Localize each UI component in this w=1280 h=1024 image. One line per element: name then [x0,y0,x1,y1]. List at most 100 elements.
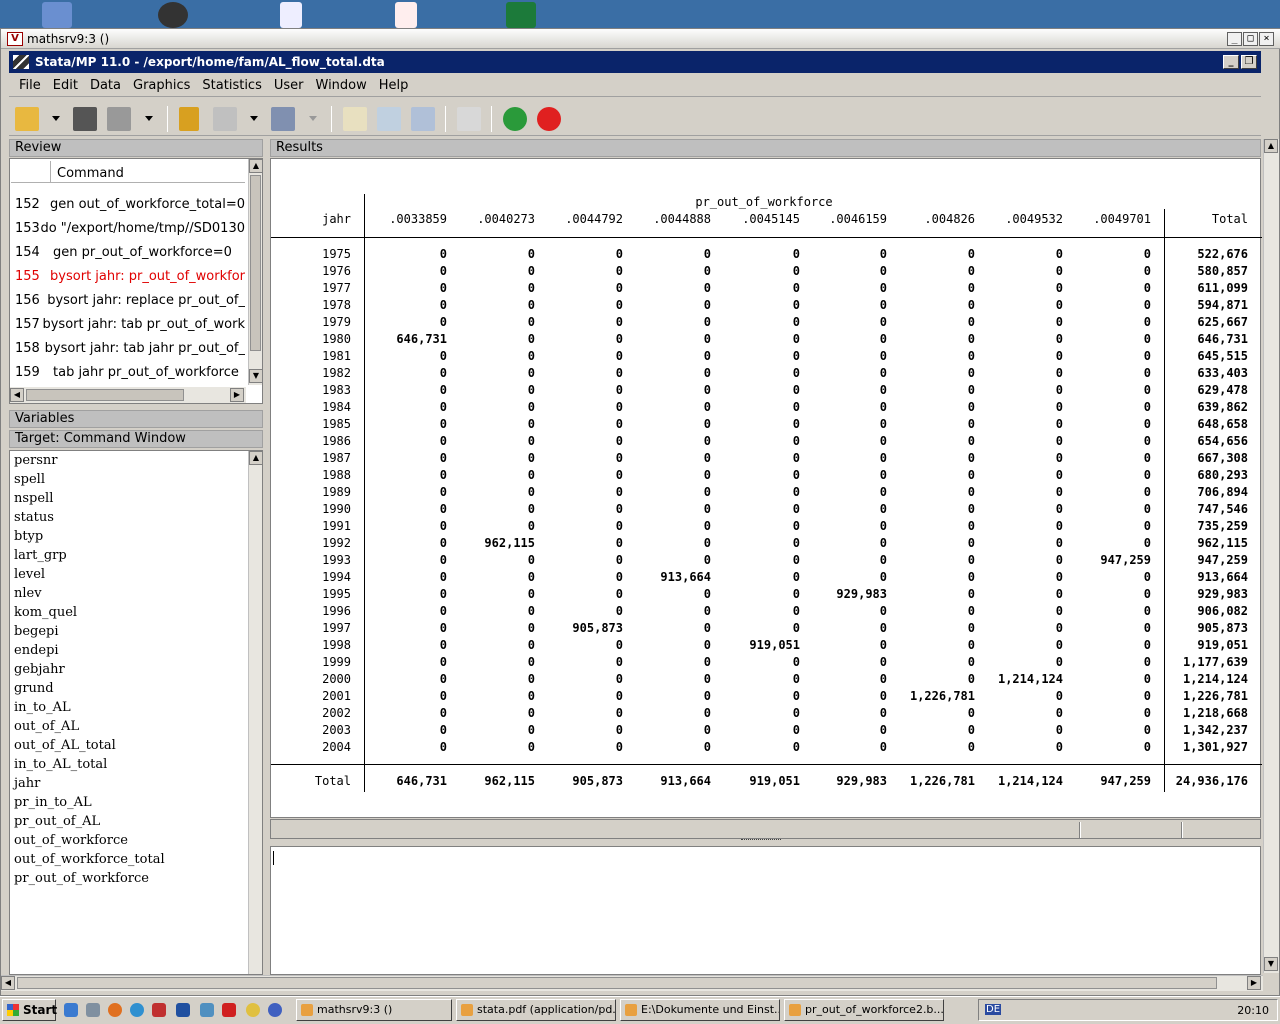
task-pdf[interactable]: stata.pdf (application/pd... [456,999,616,1021]
variable-item[interactable]: status [14,510,54,525]
viewer-icon[interactable] [213,107,237,131]
menu-edit[interactable]: Edit [53,78,78,93]
review-scroll-thumb[interactable] [250,175,261,351]
break-icon[interactable] [537,107,561,131]
variable-item[interactable]: lart_grp [14,548,67,563]
quicklaunch-tool-icon[interactable] [152,1003,166,1017]
variable-item[interactable]: jahr [14,776,40,791]
task-vnc[interactable]: mathsrv9:3 () [296,999,452,1021]
variable-item[interactable]: out_of_AL [14,719,79,734]
log-icon[interactable] [179,107,199,131]
data-browser-icon[interactable] [411,107,435,131]
variable-item[interactable]: out_of_workforce [14,833,128,848]
scroll-left-icon[interactable]: ◀ [1,976,15,990]
review-vscrollbar[interactable]: ▲ ▼ [248,159,263,385]
review-command-column[interactable]: Command [51,161,124,182]
variable-item[interactable]: grund [14,681,54,696]
main-vscrollbar[interactable]: ▲ ▼ [1263,139,1279,973]
variable-item[interactable]: out_of_AL_total [14,738,116,753]
graph-dropdown-icon[interactable] [309,116,317,121]
variable-item[interactable]: btyp [14,529,43,544]
variable-item[interactable]: persnr [14,453,58,468]
menu-data[interactable]: Data [90,78,121,93]
quicklaunch-app3-icon[interactable] [222,1003,236,1017]
graph-icon[interactable] [271,107,295,131]
menu-user[interactable]: User [274,78,304,93]
variable-item[interactable]: nspell [14,491,53,506]
print-dropdown-icon[interactable] [145,116,153,121]
data-editor-icon[interactable] [377,107,401,131]
splitter-handle[interactable] [741,839,781,843]
save-icon[interactable] [73,107,97,131]
review-row[interactable]: 153 do "/export/home/tmp//SD0130 [11,216,245,240]
menu-window[interactable]: Window [316,78,367,93]
more-icon[interactable] [503,107,527,131]
variable-item[interactable]: pr_out_of_workforce [14,871,149,886]
variables-manager-icon[interactable] [457,107,481,131]
desktop-icon-excel[interactable] [506,2,536,28]
menu-file[interactable]: File [19,78,41,93]
quicklaunch-app2-icon[interactable] [200,1003,214,1017]
language-indicator[interactable]: DE [985,1004,1002,1015]
quicklaunch-app4-icon[interactable] [246,1003,260,1017]
quicklaunch-media-icon[interactable] [268,1003,282,1017]
review-row[interactable]: 159 tab jahr pr_out_of_workforce [11,360,245,384]
variable-item[interactable]: gebjahr [14,662,65,677]
task-explorer[interactable]: E:\Dokumente und Einst... [620,999,780,1021]
variable-item[interactable]: pr_out_of_AL [14,814,100,829]
scroll-right-icon[interactable]: ▶ [230,388,244,402]
desktop-icon-app[interactable] [158,2,188,28]
vnc-maximize-button[interactable]: □ [1243,32,1258,46]
do-file-editor-icon[interactable] [343,107,367,131]
variable-item[interactable]: kom_quel [14,605,77,620]
scroll-right-icon[interactable]: ▶ [1247,976,1261,990]
scroll-up-icon[interactable]: ▲ [249,159,263,173]
scroll-down-icon[interactable]: ▼ [249,369,263,383]
quicklaunch-r-icon[interactable] [176,1003,190,1017]
vnc-minimize-button[interactable]: _ [1227,32,1242,46]
review-row[interactable]: 154 gen pr_out_of_workforce=0 [11,240,245,264]
variable-item[interactable]: level [14,567,45,582]
review-row[interactable]: 156 bysort jahr: replace pr_out_of_ [11,288,245,312]
start-button[interactable]: Start [2,999,57,1021]
variable-item[interactable]: nlev [14,586,42,601]
menu-statistics[interactable]: Statistics [202,78,261,93]
main-hscroll-thumb[interactable] [17,977,1217,989]
review-row[interactable]: 152 gen out_of_workforce_total=0 [11,192,245,216]
scroll-left-icon[interactable]: ◀ [10,388,24,402]
quicklaunch-browser-icon[interactable] [130,1003,144,1017]
quicklaunch-ie-icon[interactable] [64,1003,78,1017]
vnc-close-button[interactable]: × [1259,32,1274,46]
review-row[interactable]: 157 bysort jahr: tab pr_out_of_work [11,312,245,336]
stata-minimize-button[interactable]: _ [1223,55,1239,69]
variable-item[interactable]: spell [14,472,45,487]
variable-item[interactable]: begepi [14,624,59,639]
task-file[interactable]: pr_out_of_workforce2.b... [784,999,944,1021]
open-dropdown-icon[interactable] [52,116,60,121]
scroll-down-icon[interactable]: ▼ [1264,957,1278,971]
variable-item[interactable]: in_to_AL_total [14,757,107,772]
print-icon[interactable] [107,107,131,131]
viewer-dropdown-icon[interactable] [250,116,258,121]
desktop-icon-document[interactable] [280,2,302,28]
menu-graphics[interactable]: Graphics [133,78,190,93]
quicklaunch-app-icon[interactable] [86,1003,100,1017]
variable-item[interactable]: pr_in_to_AL [14,795,92,810]
command-input[interactable] [270,846,1261,975]
scroll-up-icon[interactable]: ▲ [1264,139,1278,153]
variable-item[interactable]: out_of_workforce_total [14,852,165,867]
open-folder-icon[interactable] [15,107,39,131]
scroll-up-icon[interactable]: ▲ [249,451,263,465]
menu-help[interactable]: Help [379,78,409,93]
variable-item[interactable]: endepi [14,643,59,658]
variable-item[interactable]: in_to_AL [14,700,71,715]
review-row-error[interactable]: 155 bysort jahr: pr_out_of_workfor [11,264,245,288]
review-row[interactable]: 158 bysort jahr: tab jahr pr_out_of_ [11,336,245,360]
quicklaunch-firefox-icon[interactable] [108,1003,122,1017]
desktop-icon-computer[interactable] [42,2,72,28]
desktop-icon-spreadsheet[interactable] [395,2,417,28]
main-hscrollbar[interactable]: ◀ ▶ [1,975,1263,991]
variables-vscrollbar[interactable]: ▲ [248,451,263,974]
stata-restore-button[interactable]: ❐ [1241,55,1257,69]
review-hscroll-thumb[interactable] [26,389,184,401]
